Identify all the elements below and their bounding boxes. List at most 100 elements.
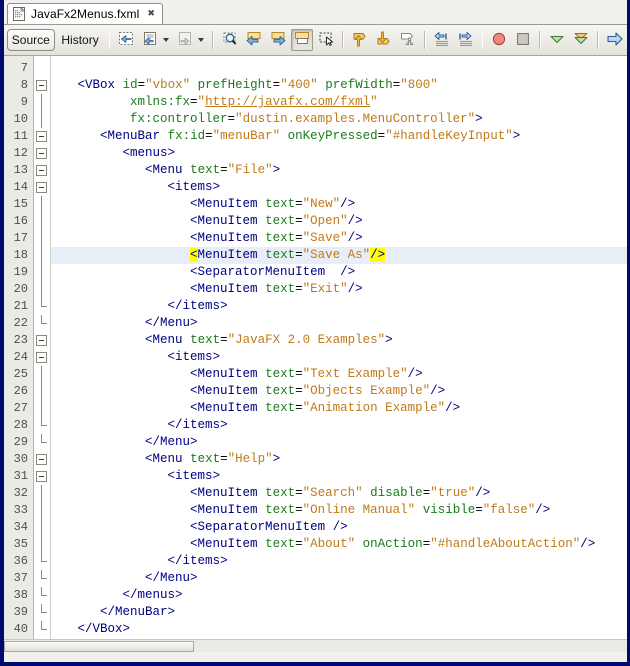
next-error-button[interactable] [604, 29, 626, 51]
code-line[interactable]: <MenuBar fx:id="menuBar" onKeyPressed="#… [51, 128, 627, 145]
code-line[interactable]: <MenuItem text="Save As"/> [51, 247, 627, 264]
code-editor[interactable]: 7 8 9 10 11 12 13 14 15 16 17 18 19 20 21 22 23 24 25 26 27 2… [4, 56, 627, 652]
code-line[interactable]: <SeparatorMenuItem /> [51, 264, 627, 281]
uncomment-button[interactable] [570, 29, 592, 51]
code-line[interactable]: <MenuItem text="Exit"/> [51, 281, 627, 298]
fold-row [34, 417, 50, 434]
code-line[interactable]: <MenuItem text="Search" disable="true"/> [51, 485, 627, 502]
code-line[interactable]: </Menu> [51, 434, 627, 451]
toggle-highlight-search-button[interactable] [291, 29, 314, 51]
stop-macro-recording-button[interactable] [512, 29, 534, 51]
fold-row[interactable] [34, 179, 50, 196]
code-line[interactable]: <menus> [51, 145, 627, 162]
fold-row[interactable] [34, 145, 50, 162]
code-line[interactable]: <MenuItem text="About" onAction="#handle… [51, 536, 627, 553]
source-view-button[interactable]: Source [7, 29, 55, 51]
line-number: 34 [13, 520, 28, 534]
fold-collapse-icon[interactable] [36, 454, 47, 465]
fold-row [34, 400, 50, 417]
toggle-rectangular-selection-button[interactable] [315, 29, 337, 51]
close-icon[interactable]: ✖ [147, 9, 155, 19]
code-folding-gutter[interactable] [34, 56, 51, 652]
fold-row[interactable] [34, 349, 50, 366]
fold-row[interactable] [34, 77, 50, 94]
code-line[interactable]: </menus> [51, 587, 627, 604]
shift-line-right-button[interactable] [455, 29, 477, 51]
code-line[interactable]: </items> [51, 298, 627, 315]
fold-connector [41, 502, 42, 519]
fold-row [34, 604, 50, 621]
code-line[interactable]: </Menu> [51, 315, 627, 332]
code-line[interactable]: <Menu text="Help"> [51, 451, 627, 468]
editor-window: JavaFx2Menus.fxml ✖ Source History 7 8 9… [0, 0, 630, 666]
last-edit-button[interactable] [139, 29, 161, 51]
fold-row [34, 536, 50, 553]
code-line[interactable]: </MenuBar> [51, 604, 627, 621]
code-line[interactable]: <items> [51, 468, 627, 485]
fold-collapse-icon[interactable] [36, 165, 47, 176]
forward-navigation-button[interactable] [174, 29, 196, 51]
fold-row [34, 570, 50, 587]
toggle-bookmark-button[interactable] [397, 29, 419, 51]
code-line[interactable]: <MenuItem text="Save"/> [51, 230, 627, 247]
last-edit-dropdown[interactable] [163, 29, 172, 51]
fold-row[interactable] [34, 332, 50, 349]
find-selection-button[interactable] [219, 29, 241, 51]
fold-row [34, 502, 50, 519]
code-line[interactable]: <items> [51, 349, 627, 366]
fold-collapse-icon[interactable] [36, 335, 47, 346]
code-line[interactable]: fx:controller="dustin.examples.MenuContr… [51, 111, 627, 128]
start-macro-recording-button[interactable] [488, 29, 510, 51]
code-line[interactable]: <MenuItem text="Open"/> [51, 213, 627, 230]
fold-row [34, 196, 50, 213]
comment-button[interactable] [546, 29, 568, 51]
fold-row [34, 621, 50, 638]
fold-row[interactable] [34, 162, 50, 179]
tab-label: JavaFx2Menus.fxml [31, 7, 140, 21]
fold-collapse-icon[interactable] [36, 352, 47, 363]
fold-row[interactable] [34, 128, 50, 145]
code-line[interactable]: <MenuItem text="Text Example"/> [51, 366, 627, 383]
tab-javafx2menus-fxml[interactable]: JavaFx2Menus.fxml ✖ [7, 3, 163, 24]
code-line[interactable]: </items> [51, 553, 627, 570]
find-previous-button[interactable] [243, 29, 265, 51]
fold-collapse-icon[interactable] [36, 131, 47, 142]
find-next-button[interactable] [267, 29, 289, 51]
code-text-area[interactable]: <VBox id="vbox" prefHeight="400" prefWid… [51, 56, 627, 652]
code-line[interactable]: </VBox> [51, 621, 627, 638]
code-line[interactable]: <items> [51, 179, 627, 196]
find-previous-icon [245, 31, 263, 50]
code-line[interactable]: <MenuItem text="Animation Example"/> [51, 400, 627, 417]
previous-bookmark-button[interactable] [349, 29, 371, 51]
fold-row[interactable] [34, 451, 50, 468]
code-line[interactable]: <Menu text="JavaFX 2.0 Examples"> [51, 332, 627, 349]
shift-line-left-button[interactable] [431, 29, 453, 51]
code-line[interactable]: <MenuItem text="New"/> [51, 196, 627, 213]
line-number: 19 [13, 265, 28, 279]
horizontal-scrollbar[interactable] [4, 639, 627, 652]
code-line[interactable]: <SeparatorMenuItem /> [51, 519, 627, 536]
history-view-button[interactable]: History [57, 29, 104, 51]
code-line[interactable]: </Menu> [51, 570, 627, 587]
fold-collapse-icon[interactable] [36, 471, 47, 482]
code-line[interactable]: <MenuItem text="Objects Example"/> [51, 383, 627, 400]
code-line[interactable]: </items> [51, 417, 627, 434]
line-number: 33 [13, 503, 28, 517]
line-number: 36 [13, 554, 28, 568]
back-navigation-button[interactable] [115, 29, 137, 51]
fold-row[interactable] [34, 468, 50, 485]
horizontal-scrollbar-thumb[interactable] [4, 641, 194, 652]
code-line[interactable]: <Menu text="File"> [51, 162, 627, 179]
line-number: 13 [13, 163, 28, 177]
code-line[interactable] [51, 60, 627, 77]
code-line[interactable]: xmlns:fx="http://javafx.com/fxml" [51, 94, 627, 111]
code-line[interactable]: <MenuItem text="Online Manual" visible="… [51, 502, 627, 519]
next-bookmark-button[interactable] [373, 29, 395, 51]
fold-collapse-icon[interactable] [36, 148, 47, 159]
fold-collapse-icon[interactable] [36, 80, 47, 91]
forward-navigation-dropdown[interactable] [198, 29, 207, 51]
fold-end-marker [41, 629, 47, 630]
line-number: 37 [13, 571, 28, 585]
fold-collapse-icon[interactable] [36, 182, 47, 193]
code-line[interactable]: <VBox id="vbox" prefHeight="400" prefWid… [51, 77, 627, 94]
